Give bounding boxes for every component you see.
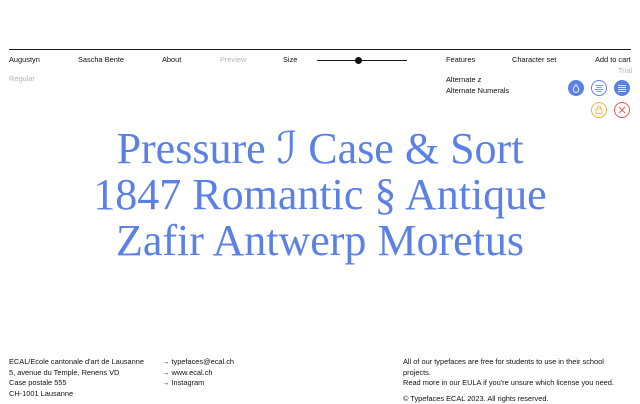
nav-preview[interactable]: Preview (220, 55, 246, 64)
nav-sascha-bente[interactable]: Sascha Bente (78, 55, 124, 64)
nav-augustyn[interactable]: Augustyn (9, 55, 40, 64)
size-slider-track[interactable] (317, 60, 407, 61)
email-link[interactable]: → typefaces@ecal.ch (162, 357, 234, 368)
style-regular[interactable]: Regular (9, 74, 35, 83)
feature-alternate-numerals[interactable]: Alternate Numerals (446, 86, 509, 95)
instagram-link[interactable]: → Instagram (162, 378, 234, 389)
ink-drop-button[interactable] (568, 80, 584, 96)
address-line: Case postale 555 (9, 378, 67, 388)
footer-links: → typefaces@ecal.ch → www.ecal.ch → Inst… (162, 357, 234, 389)
size-label: Size (283, 55, 298, 64)
shuffle-icon (595, 106, 603, 114)
size-slider-handle[interactable] (354, 57, 362, 64)
address-line: 5, avenue du Temple, Renens VD (9, 367, 120, 377)
footer-address: ECAL/Ecole cantonale d'art de Lausanne 5… (9, 357, 144, 399)
align-justify-icon (618, 84, 626, 92)
nav-features[interactable]: Features (446, 55, 475, 64)
copyright: © Typefaces ECAL 2023. All rights reserv… (403, 393, 549, 403)
address-line: ECAL/Ecole cantonale d'art de Lausanne (9, 357, 144, 366)
nav-about[interactable]: About (162, 55, 181, 64)
align-justify-button[interactable] (614, 80, 630, 96)
specimen-line: Zafir Antwerp Moretus (115, 216, 525, 265)
specimen-text[interactable]: Pressure ℐ Case & Sort 1847 Romantic § A… (0, 126, 640, 264)
specimen-line: Pressure ℐ Case & Sort (116, 124, 524, 173)
header-rule (9, 49, 631, 50)
add-to-cart-button[interactable]: Add to cart (595, 55, 631, 64)
footer-license: All of our typefaces are free for studen… (403, 357, 614, 404)
license-line: All of our typefaces are free for studen… (403, 357, 604, 366)
nav-character-set[interactable]: Character set (512, 55, 556, 64)
trial-link[interactable]: Trial (618, 66, 632, 75)
align-center-button[interactable] (591, 80, 607, 96)
license-line: Read more in our EULA if you're unsure w… (403, 378, 614, 388)
ink-drop-icon (572, 83, 580, 93)
website-link[interactable]: → www.ecal.ch (162, 368, 234, 379)
close-button[interactable] (614, 102, 630, 118)
feature-alternate-z[interactable]: Alternate z (446, 75, 481, 84)
close-icon (618, 106, 626, 114)
shuffle-button[interactable] (591, 102, 607, 118)
license-line: projects. (403, 367, 431, 377)
specimen-line: 1847 Romantic § Antique (93, 170, 547, 219)
align-center-icon (595, 84, 603, 92)
address-line: CH-1001 Lausanne (9, 388, 74, 398)
